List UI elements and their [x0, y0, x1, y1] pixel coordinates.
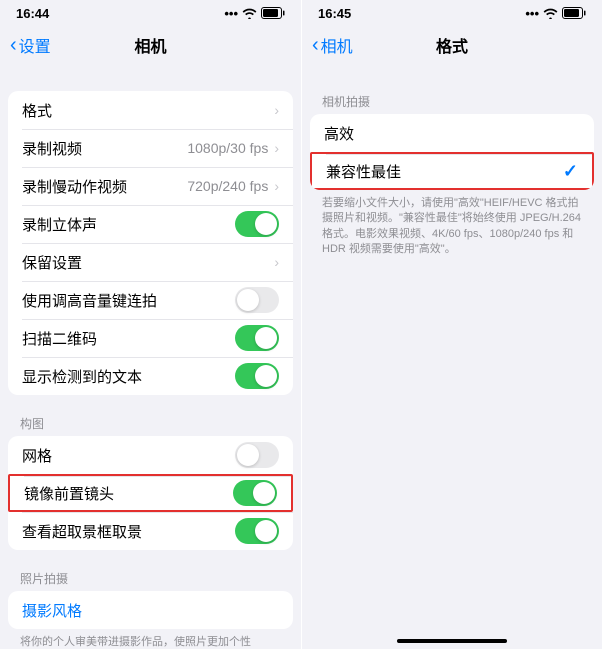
row-detail: 1080p/30 fps	[187, 140, 268, 156]
settings-group-photo-capture: 摄影风格	[8, 591, 293, 629]
content: 相机拍摄 高效 兼容性最佳 ✓ 若要缩小文件大小，请使用"高效"HEIF/HEV…	[302, 67, 602, 649]
chevron-right-icon: ›	[274, 254, 279, 270]
status-time: 16:45	[318, 6, 351, 21]
row-label: 网格	[22, 445, 235, 466]
toggle-mirror-front[interactable]	[233, 480, 277, 506]
status-indicators: •••	[525, 6, 586, 21]
home-indicator[interactable]	[397, 639, 507, 643]
toggle-detected-text[interactable]	[235, 363, 279, 389]
row-volume-burst[interactable]: 使用调高音量键连拍	[8, 281, 293, 319]
page-title: 相机	[134, 33, 166, 57]
nav-bar: ‹ 相机 格式	[302, 23, 602, 67]
row-label: 保留设置	[22, 252, 274, 273]
row-detected-text[interactable]: 显示检测到的文本	[8, 357, 293, 395]
row-record-slomo[interactable]: 录制慢动作视频 720p/240 fps ›	[8, 167, 293, 205]
battery-icon	[562, 7, 586, 19]
row-stereo[interactable]: 录制立体声	[8, 205, 293, 243]
formats-group: 高效 兼容性最佳 ✓	[310, 114, 594, 190]
section-header-camera-capture: 相机拍摄	[310, 87, 594, 114]
wifi-icon	[242, 8, 257, 19]
row-label: 扫描二维码	[22, 328, 235, 349]
toggle-view-outside-frame[interactable]	[235, 518, 279, 544]
toggle-scan-qr[interactable]	[235, 325, 279, 351]
row-preserve-settings[interactable]: 保留设置 ›	[8, 243, 293, 281]
row-view-outside-frame[interactable]: 查看超取景框取景	[8, 512, 293, 550]
row-label: 显示检测到的文本	[22, 366, 235, 387]
chevron-right-icon: ›	[274, 178, 279, 194]
row-record-video[interactable]: 录制视频 1080p/30 fps ›	[8, 129, 293, 167]
row-label: 兼容性最佳	[326, 161, 563, 182]
row-grid[interactable]: 网格	[8, 436, 293, 474]
chevron-right-icon: ›	[274, 140, 279, 156]
row-label: 录制视频	[22, 138, 187, 159]
toggle-grid[interactable]	[235, 442, 279, 468]
chevron-right-icon: ›	[274, 102, 279, 118]
content: 格式 › 录制视频 1080p/30 fps › 录制慢动作视频 720p/24…	[0, 67, 301, 649]
row-mirror-front-camera[interactable]: 镜像前置镜头	[8, 474, 293, 512]
status-bar: 16:44 •••	[0, 3, 301, 23]
status-bar: 16:45 •••	[302, 3, 602, 23]
back-label: 设置	[19, 33, 51, 57]
dots-icon: •••	[525, 6, 539, 21]
row-label: 摄影风格	[22, 600, 279, 621]
toggle-volume-burst[interactable]	[235, 287, 279, 313]
row-detail: 720p/240 fps	[187, 178, 268, 194]
footer-formats: 若要缩小文件大小，请使用"高效"HEIF/HEVC 格式拍摄照片和视频。"兼容性…	[310, 190, 594, 258]
dots-icon: •••	[224, 6, 238, 21]
row-label: 录制立体声	[22, 214, 235, 235]
toggle-stereo[interactable]	[235, 211, 279, 237]
checkmark-icon: ✓	[563, 161, 578, 182]
settings-group-composition: 网格 镜像前置镜头 查看超取景框取景	[8, 436, 293, 550]
row-photographic-styles[interactable]: 摄影风格	[8, 591, 293, 629]
chevron-left-icon: ‹	[312, 35, 319, 55]
row-high-efficiency[interactable]: 高效	[310, 114, 594, 152]
page-title: 格式	[436, 33, 468, 57]
section-header-composition: 构图	[8, 409, 293, 436]
settings-group-1: 格式 › 录制视频 1080p/30 fps › 录制慢动作视频 720p/24…	[8, 91, 293, 395]
back-button[interactable]: ‹ 相机	[312, 33, 353, 57]
section-header-photo-capture: 照片拍摄	[8, 564, 293, 591]
nav-bar: ‹ 设置 相机	[0, 23, 301, 67]
row-label: 格式	[22, 100, 274, 121]
row-label: 录制慢动作视频	[22, 176, 187, 197]
battery-icon	[261, 7, 285, 19]
row-label: 查看超取景框取景	[22, 521, 235, 542]
status-time: 16:44	[16, 6, 49, 21]
row-scan-qr[interactable]: 扫描二维码	[8, 319, 293, 357]
wifi-icon	[543, 8, 558, 19]
row-formats[interactable]: 格式 ›	[8, 91, 293, 129]
status-indicators: •••	[224, 6, 285, 21]
row-most-compatible[interactable]: 兼容性最佳 ✓	[310, 152, 594, 190]
camera-settings-screen: 16:44 ••• ‹ 设置 相机 格式 › 录制视频 1080p/30 fps…	[0, 0, 301, 649]
back-button[interactable]: ‹ 设置	[10, 33, 51, 57]
chevron-left-icon: ‹	[10, 35, 17, 55]
formats-screen: 16:45 ••• ‹ 相机 格式 相机拍摄 高效 兼容性最佳 ✓ 若要缩小文件…	[301, 0, 602, 649]
row-label: 高效	[324, 123, 580, 144]
row-label: 镜像前置镜头	[24, 483, 233, 504]
back-label: 相机	[321, 33, 353, 57]
row-label: 使用调高音量键连拍	[22, 290, 235, 311]
footer-photographic-styles: 将你的个人审美带进摄影作品，使照片更加个性化。"摄影风格"使用先进的场景理解技术…	[8, 629, 293, 649]
